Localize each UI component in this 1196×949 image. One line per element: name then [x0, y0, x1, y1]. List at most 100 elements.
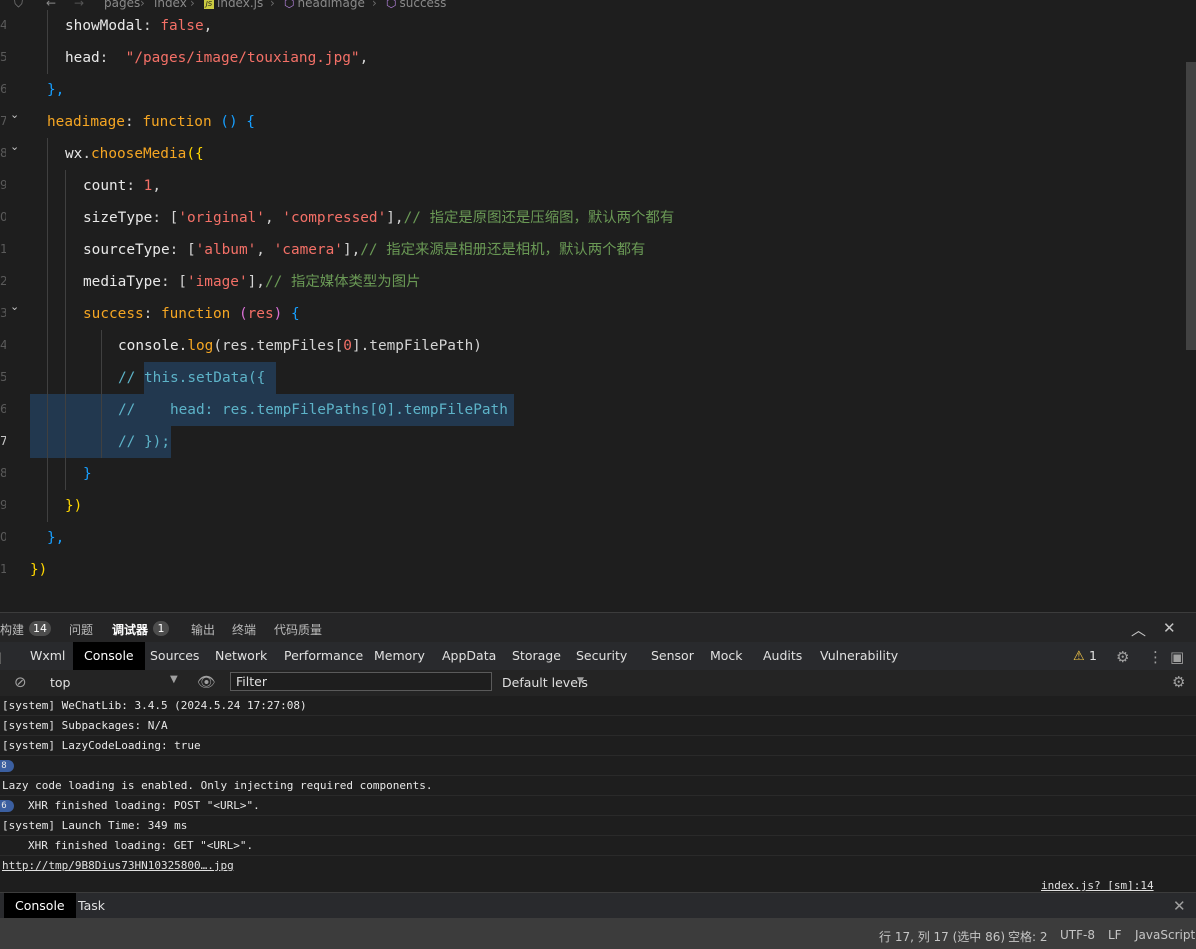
close-icon[interactable]: ✕ [1163, 619, 1176, 637]
chevron-right-icon: › [140, 0, 145, 10]
breadcrumb-item-headimage[interactable]: ⬡ headimage [284, 0, 365, 10]
code-line: headimage: function () { [47, 114, 255, 130]
line-number: 6 [0, 82, 6, 96]
line-number: 2 [0, 274, 6, 288]
code-line: success: function (res) { [83, 306, 300, 322]
more-vertical-icon[interactable]: ⋮ [1148, 648, 1163, 666]
tab-audits[interactable]: Audits [763, 642, 802, 670]
indent-guide [47, 10, 48, 74]
line-number: 7 [0, 114, 6, 128]
log-url-link[interactable]: http://tmp/9B8Dius73HN10325800….jpg [2, 856, 234, 876]
tab-memory[interactable]: Memory [374, 642, 425, 670]
context-selector[interactable]: top [50, 675, 70, 690]
tab-security[interactable]: Security [576, 642, 627, 670]
tab-sources[interactable]: Sources [150, 642, 199, 670]
method-cube-icon: ⬡ [386, 0, 397, 10]
log-entry: 8 XHR finished loading: POST "<URL>". [0, 756, 1196, 812]
tab-performance[interactable]: Performance [284, 642, 363, 670]
fold-chevron-icon[interactable]: ⌄ [10, 140, 19, 153]
chevron-right-icon: › [190, 0, 195, 10]
line-number: 1 [0, 562, 6, 576]
code-line: head: "/pages/image/touxiang.jpg", [65, 50, 369, 66]
chevron-up-icon[interactable]: ︿ [1131, 619, 1146, 640]
devtools-tab-bar: ▯ Wxml Console Sources Network Performan… [0, 642, 1196, 671]
tab-build[interactable]: 构建 [0, 621, 24, 638]
eye-icon[interactable]: 👁 [197, 673, 216, 691]
code-line: count: 1, [83, 178, 161, 194]
line-number: 6 [0, 402, 6, 416]
log-entry: [system] Subpackages: N/A [0, 716, 1196, 736]
log-entry: Lazy code loading is enabled. Only injec… [0, 776, 1196, 796]
build-count-badge: 14 [29, 621, 51, 636]
tab-vulnerability[interactable]: Vulnerability [820, 642, 898, 670]
editor-scrollbar[interactable] [1186, 62, 1196, 350]
code-line: } [83, 466, 92, 482]
encoding[interactable]: UTF-8 [1060, 928, 1095, 942]
code-line: console.log(res.tempFiles[0].tempFilePat… [118, 338, 482, 354]
line-number-current: 7 [0, 434, 6, 448]
method-cube-icon: ⬡ [284, 0, 295, 10]
log-levels-dropdown[interactable]: Default levels [502, 675, 588, 690]
clear-console-icon[interactable]: ⊘ [14, 673, 27, 691]
breadcrumb-item-success[interactable]: ⬡ success [386, 0, 446, 10]
close-icon[interactable]: ✕ [1173, 897, 1186, 915]
tab-appdata[interactable]: AppData [442, 642, 496, 670]
code-line: sourceType: ['album', 'camera'],// 指定来源是… [83, 242, 646, 258]
back-arrow-icon[interactable]: ← [46, 0, 56, 10]
drawer-tab-console[interactable]: Console [4, 893, 76, 919]
tab-storage[interactable]: Storage [512, 642, 561, 670]
caret-down-icon[interactable]: ▼ [170, 674, 178, 685]
log-entry: 6 XHR finished loading: GET "<URL>". [0, 796, 1196, 852]
tab-network[interactable]: Network [215, 642, 267, 670]
tab-console[interactable]: Console [73, 642, 145, 670]
dock-side-icon[interactable]: ▣ [1170, 648, 1184, 666]
fold-chevron-icon[interactable]: ⌄ [10, 300, 19, 313]
caret-down-icon[interactable]: ▼ [577, 676, 584, 686]
code-editor[interactable]: ⛉ ← → pages › index › JS index.js › ⬡ head… [0, 0, 1196, 612]
tab-terminal[interactable]: 终端 [232, 621, 256, 638]
js-file-icon: JS [204, 0, 214, 9]
code-line: // this.setData({ [118, 370, 266, 386]
line-number: 0 [0, 530, 6, 544]
indent-guide [47, 138, 48, 522]
line-number: 8 [0, 466, 6, 480]
status-bar: 行 17, 列 17 (选中 86) 空格: 2 UTF-8 LF JavaSc… [0, 918, 1196, 949]
console-toolbar: ▯ ⊘ top ▼ 👁 Default levels ▼ ⚙ [0, 670, 1196, 697]
debugger-count-badge: 1 [153, 621, 169, 636]
console-log: [system] WeChatLib: 3.4.5 (2024.5.24 17:… [0, 696, 1196, 892]
tab-output[interactable]: 输出 [191, 621, 215, 638]
indentation[interactable]: 空格: 2 [1008, 928, 1048, 945]
inspect-icon[interactable]: ▯ [0, 648, 2, 666]
indent-guide [101, 330, 102, 458]
code-line: // head: res.tempFilePaths[0].tempFilePa… [118, 402, 508, 418]
language-mode[interactable]: JavaScript [1135, 928, 1195, 942]
gear-icon[interactable]: ⚙ [1116, 648, 1129, 666]
line-number: 5 [0, 50, 6, 64]
drawer-tab-task[interactable]: Task [78, 893, 105, 919]
breadcrumb-item-file[interactable]: JS index.js [204, 0, 263, 10]
log-entry: [system] WeChatLib: 3.4.5 (2024.5.24 17:… [0, 696, 1196, 716]
line-number: 9 [0, 178, 6, 192]
tab-sensor[interactable]: Sensor [651, 642, 694, 670]
tab-code-quality[interactable]: 代码质量 [274, 621, 322, 638]
tab-debugger[interactable]: 调试器 [112, 621, 148, 638]
warning-count[interactable]: 1 [1089, 642, 1097, 670]
cursor-position[interactable]: 行 17, 列 17 (选中 86) [879, 928, 1005, 945]
log-entry: [system] Launch Time: 349 ms [0, 816, 1196, 836]
chevron-right-icon: › [372, 0, 377, 10]
tab-wxml[interactable]: Wxml [30, 642, 65, 670]
tab-problems[interactable]: 问题 [69, 621, 93, 638]
breadcrumb-item-index-folder[interactable]: index [154, 0, 187, 10]
line-number: 0 [0, 210, 6, 224]
repeat-count-badge: 6 [0, 800, 14, 812]
fold-chevron-icon[interactable]: ⌄ [10, 108, 19, 121]
breadcrumb-item-pages[interactable]: pages [104, 0, 140, 10]
log-entry: [system] LazyCodeLoading: true [0, 736, 1196, 756]
line-ending[interactable]: LF [1108, 928, 1122, 942]
warning-icon[interactable]: ⚠ [1073, 649, 1085, 664]
gear-icon[interactable]: ⚙ [1172, 673, 1185, 691]
tab-mock[interactable]: Mock [710, 642, 743, 670]
forward-arrow-icon[interactable]: → [74, 0, 84, 10]
filter-input[interactable] [230, 672, 492, 691]
bookmark-icon[interactable]: ⛉ [14, 0, 23, 11]
